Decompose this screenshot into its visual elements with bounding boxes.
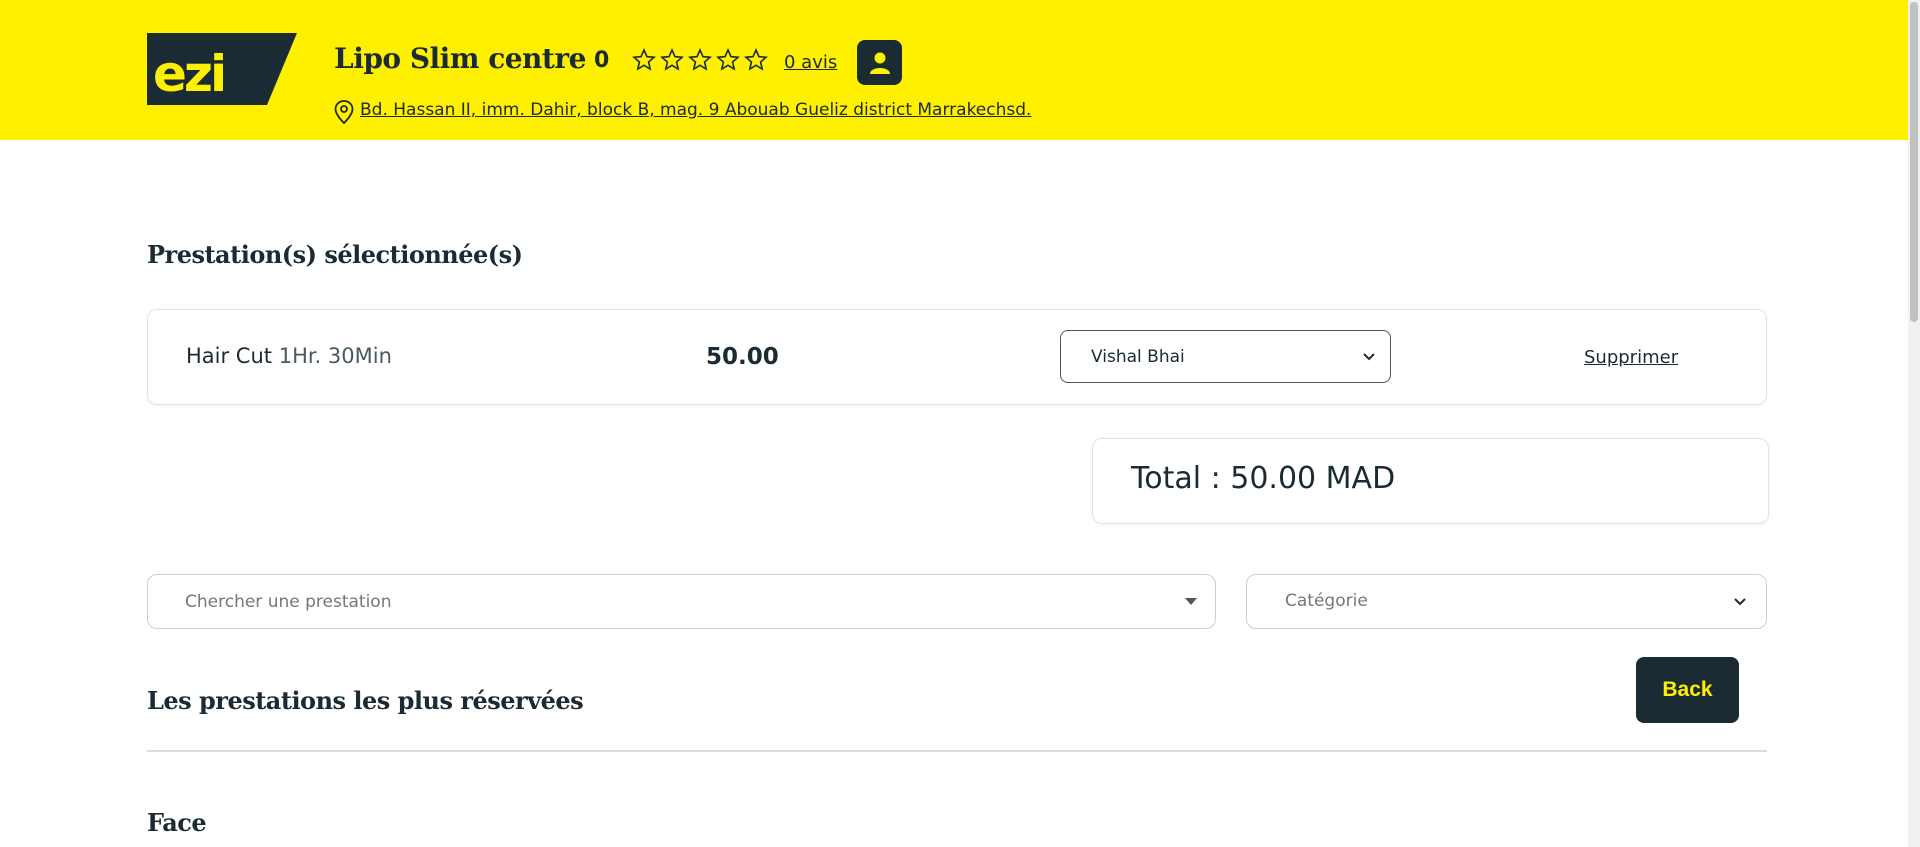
back-button[interactable]: Back [1636, 657, 1739, 723]
shop-name: Lipo Slim centre [334, 42, 586, 75]
shop-address-link[interactable]: Bd. Hassan II, imm. Dahir, block B, mag.… [360, 100, 1031, 120]
user-icon [869, 52, 890, 74]
service-search-field[interactable] [147, 574, 1216, 629]
reviews-link[interactable]: 0 avis [784, 52, 837, 73]
total-amount: Total : 50.00 MAD [1131, 461, 1396, 496]
scrollbar-thumb[interactable] [1910, 2, 1918, 322]
star-outline-icon [744, 48, 768, 71]
logo-text: ezi [153, 45, 224, 103]
staff-select-value: Vishal Bhai [1091, 346, 1185, 367]
site-header: ezi Lipo Slim centre 0 0 avis Bd. Hassan… [0, 0, 1920, 140]
section-divider [147, 750, 1767, 752]
rating-value: 0 [594, 48, 610, 73]
service-name: Hair Cut [186, 344, 273, 368]
chevron-down-icon [1734, 598, 1746, 606]
category-placeholder: Catégorie [1285, 591, 1368, 611]
star-outline-icon [688, 48, 712, 71]
selected-service-card: Hair Cut 1Hr. 30Min 50.00 Vishal Bhai Su… [147, 309, 1767, 405]
popular-services-title: Les prestations les plus réservées [147, 686, 584, 715]
total-card: Total : 50.00 MAD [1092, 438, 1769, 524]
ezi-logo[interactable]: ezi [147, 33, 297, 105]
star-outline-icon [660, 48, 684, 71]
chevron-down-icon [1363, 352, 1375, 360]
delete-service-link[interactable]: Supprimer [1584, 347, 1678, 368]
staff-select[interactable]: Vishal Bhai [1060, 330, 1391, 383]
map-pin-icon [334, 100, 354, 125]
face-category-title: Face [147, 808, 207, 837]
user-account-button[interactable] [857, 40, 902, 85]
selected-services-title: Prestation(s) sélectionnée(s) [147, 240, 523, 269]
page-scrollbar[interactable] [1908, 0, 1920, 847]
rating-stars [632, 48, 768, 72]
star-outline-icon [632, 48, 656, 71]
category-select[interactable]: Catégorie [1246, 574, 1767, 629]
caret-down-icon[interactable] [1185, 598, 1197, 605]
service-duration: 1Hr. 30Min [278, 344, 392, 368]
star-outline-icon [716, 48, 740, 71]
service-search-input[interactable] [185, 575, 1165, 628]
service-name-line: Hair Cut 1Hr. 30Min [186, 344, 392, 368]
service-price: 50.00 [706, 344, 779, 370]
